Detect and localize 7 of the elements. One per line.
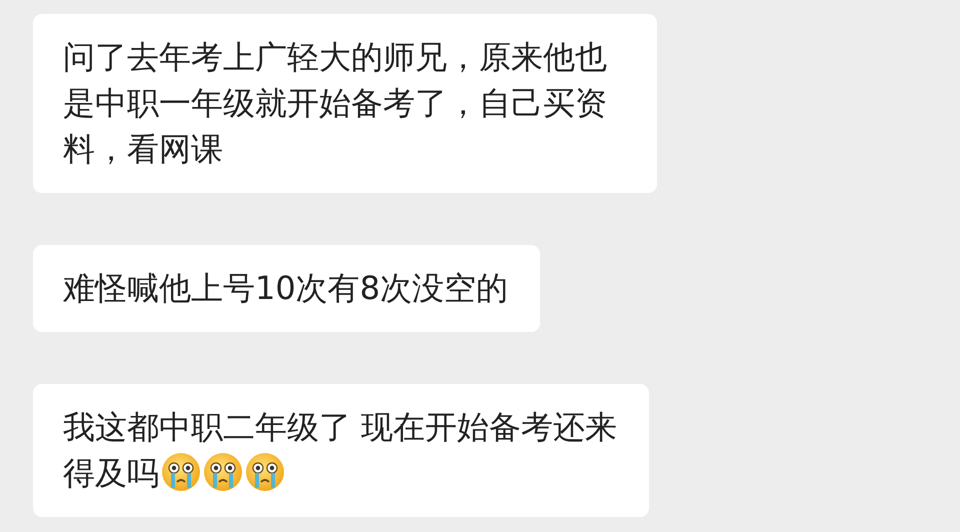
crying-face-icon [161,452,201,492]
crying-face-icon [203,452,243,492]
message-text: 问了去年考上广轻大的师兄，原来他也是中职一年级就开始备考了，自己买资料，看网课 [63,38,607,168]
message-text: 难怪喊他上号10次有8次没空的 [63,269,508,307]
message-text: 得及吗 [63,454,159,492]
crying-face-icon [245,452,285,492]
message-text: 我这都中职二年级了 现在开始备考还来 [63,408,618,446]
